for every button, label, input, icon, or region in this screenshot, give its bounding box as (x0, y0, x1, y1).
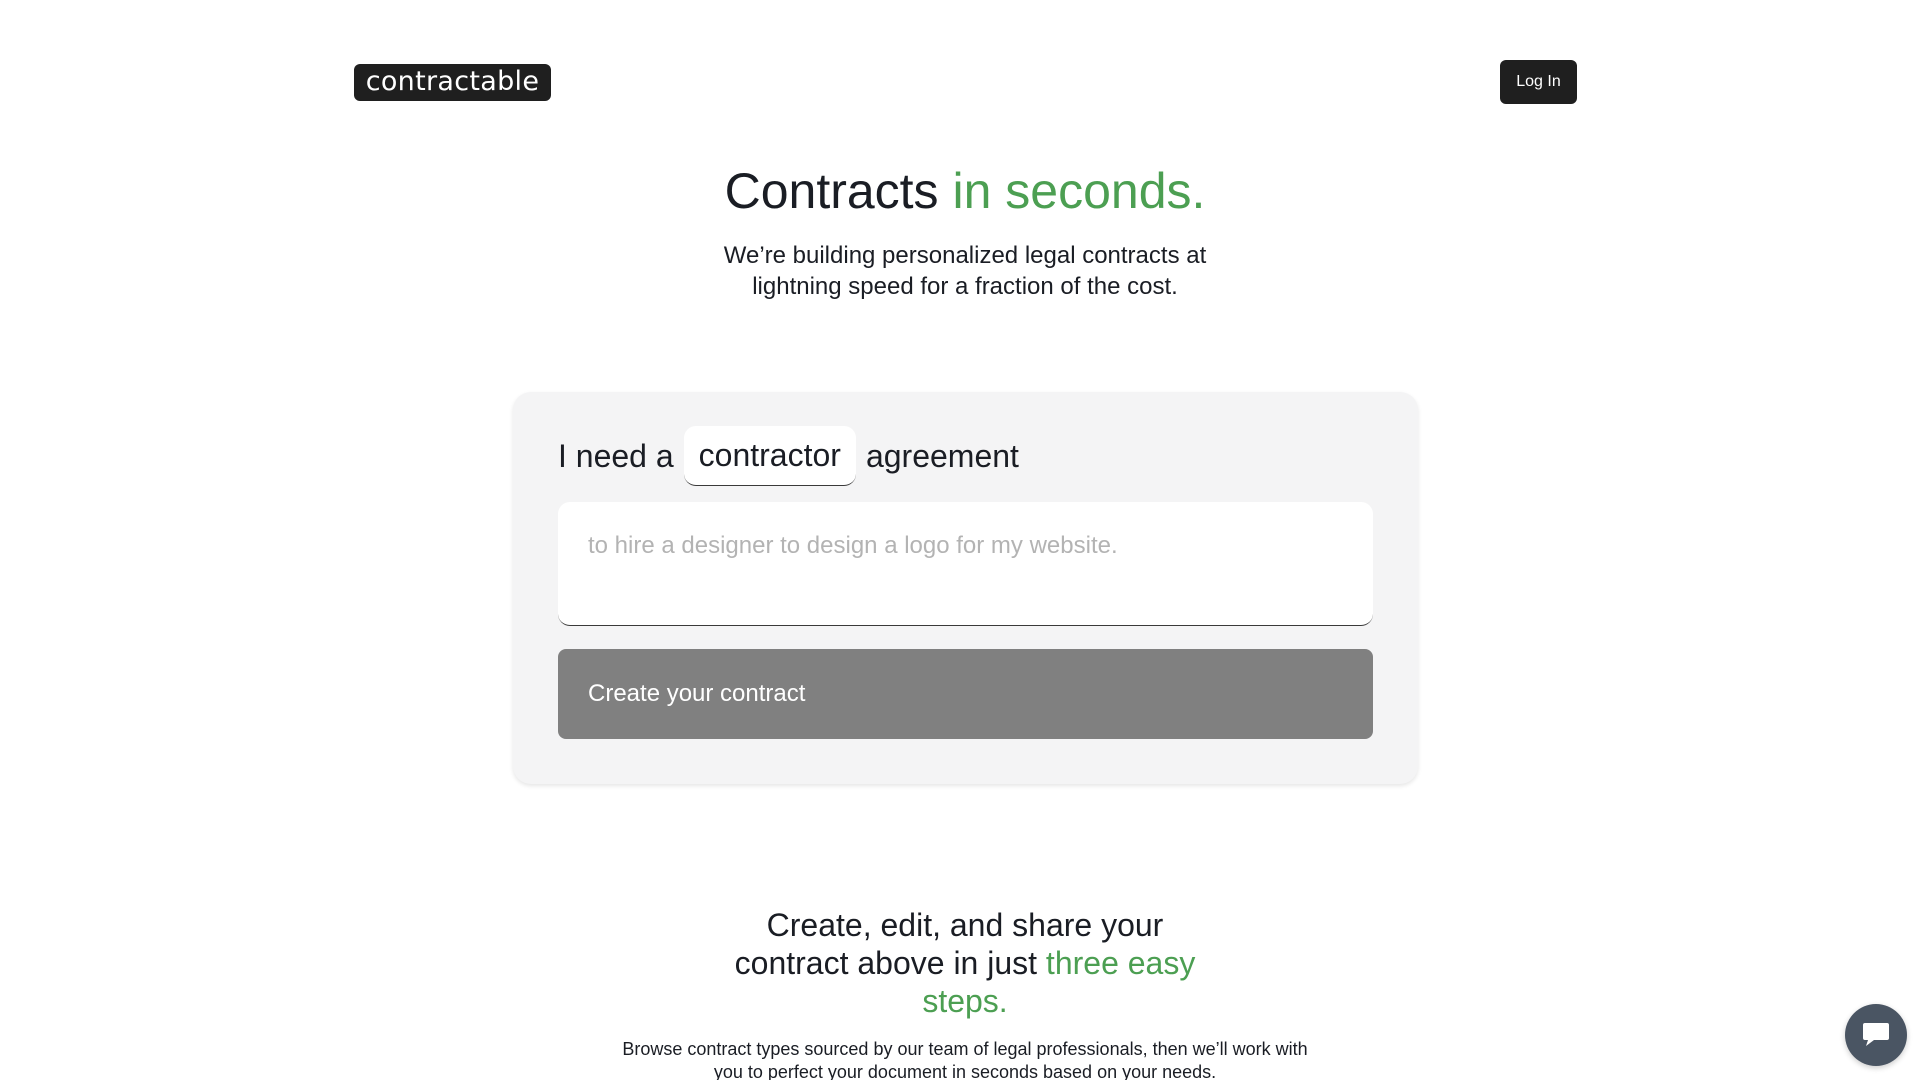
steps-heading-plain: contract above in just (734, 945, 1038, 981)
contract-builder-card: I need a contractor agreement Create you… (513, 392, 1418, 784)
sentence-suffix: agreement (865, 437, 1019, 474)
contract-purpose-input[interactable] (588, 532, 1343, 595)
create-contract-button[interactable]: Create your contract (558, 649, 1373, 739)
steps-description-line: you to perfect your document in seconds … (713, 1062, 1217, 1080)
contract-type-selector[interactable]: contractor (683, 426, 856, 486)
steps-heading-accent-line: steps. (922, 983, 1008, 1019)
hero-subtitle: We’re building personalized legal contra… (0, 240, 1920, 302)
contractable-logo[interactable]: contractable (354, 64, 551, 101)
steps-description-line: Browse contract types sourced by our tea… (622, 1039, 1308, 1059)
steps-description: Browse contract types sourced by our tea… (0, 1038, 1920, 1080)
steps-heading: Create, edit, and share your contract ab… (0, 906, 1920, 1020)
contract-type-sentence: I need a contractor agreement (558, 426, 1019, 486)
login-button[interactable]: Log In (1500, 60, 1577, 104)
hero-title-main: Contracts (724, 163, 939, 219)
hero-subtitle-line: lightning speed for a fraction of the co… (752, 273, 1178, 300)
steps-heading-line: Create, edit, and share your (766, 907, 1164, 943)
hero-subtitle-line: We’re building personalized legal contra… (723, 242, 1207, 269)
sentence-prefix: I need a (558, 437, 674, 474)
landing-page: contractable Log In Contracts in seconds… (0, 0, 1920, 1080)
steps-heading-line: contract above in just three easy (0, 944, 1920, 982)
hero-title: Contracts in seconds. (0, 162, 1920, 220)
steps-heading-accent: three easy (1045, 945, 1196, 981)
chat-launcher-button[interactable] (1845, 1004, 1907, 1066)
chat-bubble-icon (1861, 1020, 1891, 1051)
contract-purpose-field[interactable] (558, 502, 1373, 626)
hero-title-accent: in seconds. (952, 163, 1206, 219)
